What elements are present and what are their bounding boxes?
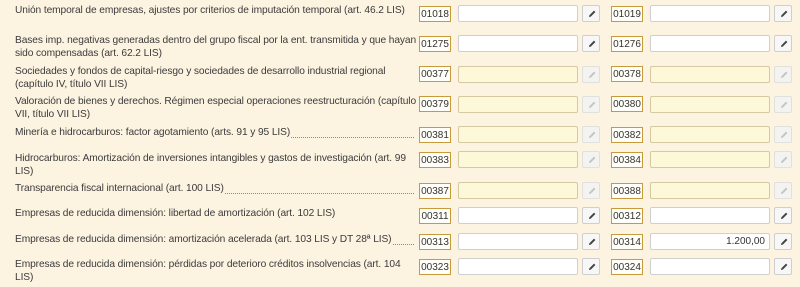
pencil-icon	[589, 187, 596, 194]
row-label-text: Empresas de reducida dimensión: amortiza…	[15, 234, 393, 245]
amount-field[interactable]	[458, 151, 578, 168]
amount-field[interactable]	[650, 182, 770, 199]
amount-field[interactable]	[458, 35, 578, 52]
amount-field[interactable]	[650, 35, 770, 52]
row-label: Hidrocarburos: Amortización de inversion…	[15, 153, 406, 177]
amount-field[interactable]	[650, 258, 770, 275]
edit-button[interactable]	[582, 151, 600, 168]
pencil-icon	[781, 71, 788, 78]
row-label-text: Minería e hidrocarburos: factor agotamie…	[15, 127, 292, 138]
amount-field[interactable]	[458, 258, 578, 275]
pencil-icon	[589, 238, 596, 245]
box-code: 00384	[611, 152, 643, 168]
row-label: Unión temporal de empresas, ajustes por …	[15, 5, 405, 16]
edit-button[interactable]	[774, 233, 792, 250]
pencil-icon	[589, 263, 596, 270]
edit-button[interactable]	[582, 233, 600, 250]
box-code: 00311	[419, 208, 451, 224]
edit-button[interactable]	[582, 5, 600, 22]
amount-field[interactable]: 1.200,00	[650, 233, 770, 250]
pencil-icon	[781, 156, 788, 163]
pencil-icon	[589, 212, 596, 219]
pencil-icon	[589, 131, 596, 138]
box-code: 01018	[419, 6, 451, 22]
amount-field[interactable]	[458, 5, 578, 22]
edit-button[interactable]	[774, 5, 792, 22]
row-label: Sociedades y fondos de capital-riesgo y …	[15, 66, 386, 90]
box-code: 00383	[419, 152, 451, 168]
box-code: 00312	[611, 208, 643, 224]
pencil-icon	[589, 40, 596, 47]
amount-field[interactable]	[650, 126, 770, 143]
amount-field[interactable]	[650, 151, 770, 168]
pencil-icon	[781, 212, 788, 219]
pencil-icon	[589, 156, 596, 163]
edit-button[interactable]	[582, 66, 600, 83]
box-code: 00382	[611, 127, 643, 143]
amount-field[interactable]	[458, 182, 578, 199]
amount-field[interactable]	[650, 207, 770, 224]
amount-field[interactable]	[458, 126, 578, 143]
box-code: 00324	[611, 259, 643, 275]
box-code: 01275	[419, 36, 451, 52]
edit-button[interactable]	[774, 207, 792, 224]
pencil-icon	[589, 10, 596, 17]
pencil-icon	[781, 238, 788, 245]
edit-button[interactable]	[582, 126, 600, 143]
pencil-icon	[781, 187, 788, 194]
amount-field[interactable]	[458, 207, 578, 224]
edit-button[interactable]	[582, 96, 600, 113]
box-code: 00314	[611, 234, 643, 250]
pencil-icon	[589, 101, 596, 108]
pencil-icon	[781, 10, 788, 17]
pencil-icon	[781, 131, 788, 138]
row-label: Empresas de reducida dimensión: libertad…	[15, 208, 336, 219]
row-label: Bases imp. negativas generadas dentro de…	[15, 35, 417, 59]
amount-field[interactable]	[458, 66, 578, 83]
row-label: Empresas de reducida dimensión: amortiza…	[15, 234, 417, 247]
edit-button[interactable]	[774, 182, 792, 199]
edit-button[interactable]	[582, 207, 600, 224]
row-label: Empresas de reducida dimensión: pérdidas…	[15, 259, 401, 283]
row-label: Minería e hidrocarburos: factor agotamie…	[15, 127, 417, 140]
box-code: 00388	[611, 183, 643, 199]
pencil-icon	[781, 263, 788, 270]
edit-button[interactable]	[774, 35, 792, 52]
edit-button[interactable]	[582, 35, 600, 52]
edit-button[interactable]	[582, 182, 600, 199]
edit-button[interactable]	[774, 66, 792, 83]
box-code: 00313	[419, 234, 451, 250]
box-code: 00378	[611, 66, 643, 82]
box-code: 00377	[419, 66, 451, 82]
box-code: 01276	[611, 36, 643, 52]
row-label-text: Transparencia fiscal internacional (art.…	[15, 183, 225, 194]
box-code: 00387	[419, 183, 451, 199]
pencil-icon	[589, 71, 596, 78]
amount-field[interactable]	[650, 5, 770, 22]
box-code: 00381	[419, 127, 451, 143]
amount-field[interactable]	[650, 96, 770, 113]
edit-button[interactable]	[774, 126, 792, 143]
amount-field[interactable]	[458, 96, 578, 113]
amount-field[interactable]	[458, 233, 578, 250]
amount-field[interactable]	[650, 66, 770, 83]
pencil-icon	[781, 40, 788, 47]
box-code: 00323	[419, 259, 451, 275]
edit-button[interactable]	[774, 96, 792, 113]
pencil-icon	[781, 101, 788, 108]
edit-button[interactable]	[774, 258, 792, 275]
box-code: 01019	[611, 6, 643, 22]
edit-button[interactable]	[582, 258, 600, 275]
box-code: 00379	[419, 96, 451, 112]
row-label: Valoración de bienes y derechos. Régimen…	[15, 96, 417, 120]
row-label: Transparencia fiscal internacional (art.…	[15, 183, 417, 196]
edit-button[interactable]	[774, 151, 792, 168]
box-code: 00380	[611, 96, 643, 112]
